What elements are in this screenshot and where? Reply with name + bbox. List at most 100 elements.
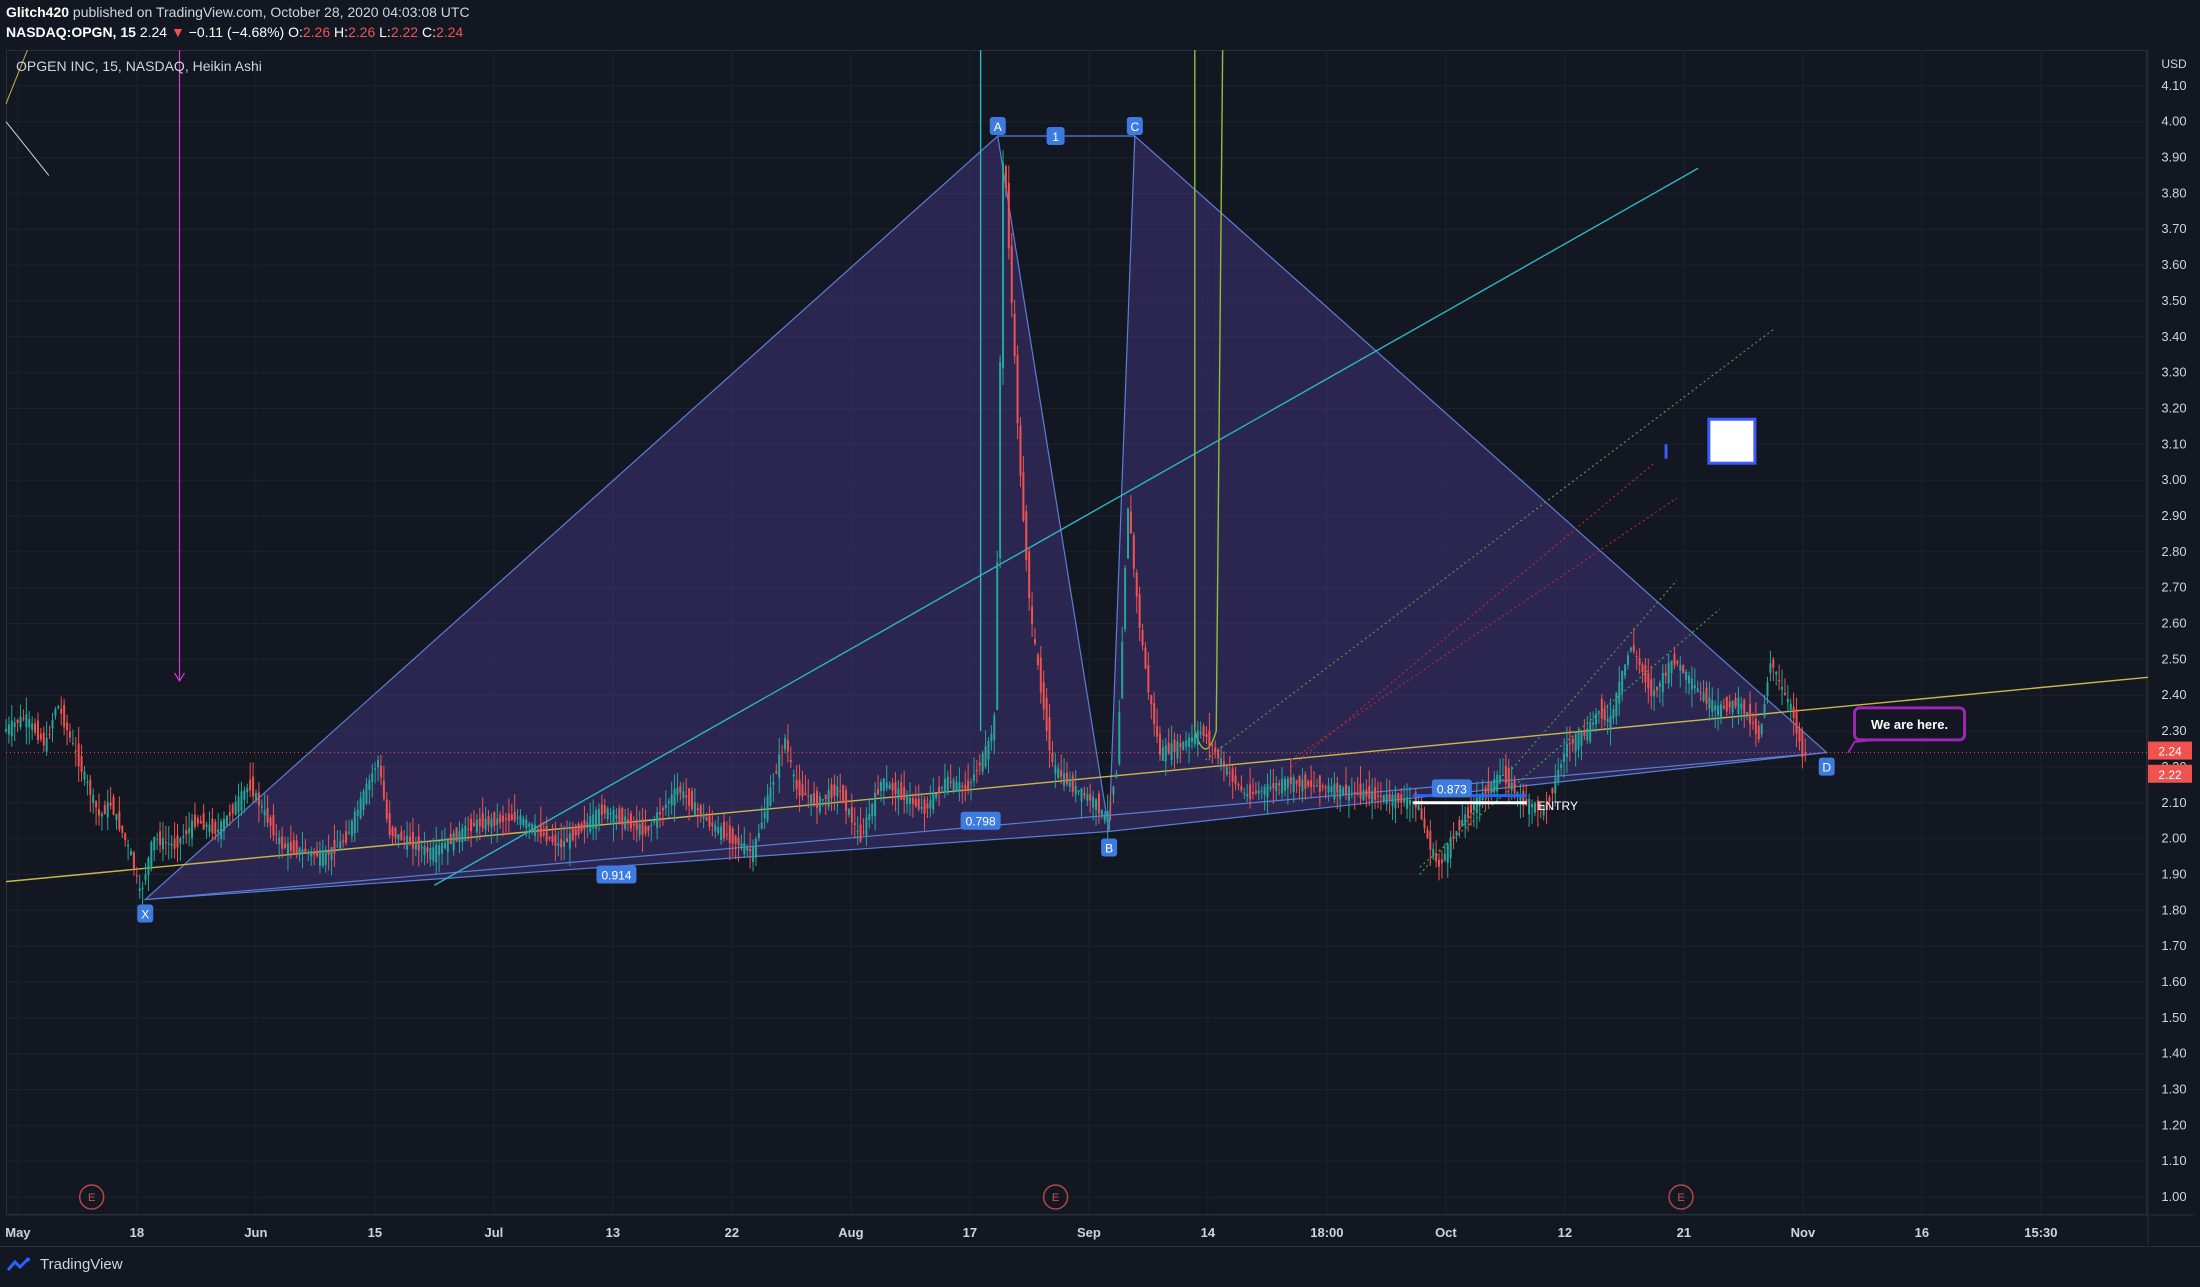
pattern-point-a: A — [989, 117, 1006, 136]
candle — [106, 789, 109, 830]
pattern-point-d: D — [1818, 757, 1835, 776]
candle — [234, 794, 237, 816]
svg-text:0.873: 0.873 — [1437, 782, 1467, 796]
candle — [22, 709, 25, 722]
y-tick-label: 2.90 — [2161, 508, 2186, 523]
candle — [179, 836, 182, 861]
tradingview-brand[interactable]: TradingView — [6, 1256, 123, 1273]
candle — [1467, 801, 1470, 832]
candle — [981, 750, 984, 776]
candle — [54, 706, 57, 720]
y-tick-label: 2.10 — [2161, 795, 2186, 810]
candle — [1452, 822, 1455, 850]
x-tick-label: Jul — [485, 1225, 504, 1240]
candle — [199, 815, 202, 824]
candle — [48, 725, 51, 740]
candle — [71, 729, 74, 747]
candle — [10, 704, 13, 747]
candle — [121, 824, 124, 839]
x-tick-label: 18 — [130, 1225, 144, 1240]
svg-text:C: C — [1130, 120, 1139, 134]
candle — [1775, 670, 1778, 686]
candle — [1519, 783, 1522, 819]
candle — [98, 793, 101, 826]
candle — [34, 718, 37, 736]
candle — [1533, 801, 1536, 817]
candle — [1778, 664, 1781, 691]
candle — [1414, 788, 1417, 822]
candle — [60, 696, 63, 726]
candle — [124, 832, 127, 847]
svg-text:B: B — [1105, 841, 1113, 855]
candle — [842, 784, 845, 804]
candle — [7, 716, 10, 744]
chart-canvas[interactable]: 1.00 1.10 1.20 1.30 1.40 1.50 1.60 1.70 1.80 1.90… — [0, 0, 2200, 1286]
y-tick-label: 1.90 — [2161, 866, 2186, 881]
candle — [164, 825, 167, 856]
candle — [118, 796, 121, 832]
candle — [156, 832, 159, 850]
y-tick-label: 3.80 — [2161, 185, 2186, 200]
candle — [28, 711, 31, 745]
candle — [173, 822, 176, 859]
y-tick-label: 3.40 — [2161, 329, 2186, 344]
candle — [66, 714, 69, 746]
y-tick-label: 1.40 — [2161, 1046, 2186, 1061]
x-tick-label: May — [5, 1225, 31, 1240]
candle — [1461, 804, 1464, 827]
svg-text:2.24: 2.24 — [2158, 745, 2182, 759]
candle — [127, 839, 130, 861]
candle — [39, 727, 42, 742]
y-tick-label: 1.20 — [2161, 1117, 2186, 1132]
candle — [1124, 565, 1127, 633]
we-are-here-callout: We are here. — [1847, 706, 1967, 754]
x-tick-label: 22 — [725, 1225, 739, 1240]
y-tick-label: 2.50 — [2161, 651, 2186, 666]
candle — [455, 827, 458, 842]
y-tick-label: 1.70 — [2161, 938, 2186, 953]
candle — [1682, 664, 1685, 674]
y-tick-label: 4.00 — [2161, 114, 2186, 129]
candle — [1464, 806, 1467, 838]
x-tick-label: 15:30 — [2024, 1225, 2057, 1240]
candle — [161, 821, 164, 861]
candle — [100, 811, 103, 831]
y-tick-label: 3.60 — [2161, 257, 2186, 272]
x-tick-label: Nov — [1791, 1225, 1816, 1240]
candle — [141, 881, 144, 906]
candle — [1490, 781, 1493, 801]
candle — [1522, 783, 1525, 818]
candle — [211, 808, 214, 841]
candle — [13, 717, 16, 742]
y-tick-label: 2.40 — [2161, 687, 2186, 702]
candle — [167, 826, 170, 860]
candle — [1786, 684, 1789, 712]
candle — [1789, 698, 1792, 723]
candle — [202, 804, 205, 831]
x-tick-label: 17 — [963, 1225, 977, 1240]
currency-label: USD — [2161, 57, 2187, 71]
candle — [196, 814, 199, 828]
y-tick-label: 1.30 — [2161, 1082, 2186, 1097]
candle — [1182, 740, 1185, 751]
tradingview-brand-label: TradingView — [40, 1256, 123, 1273]
svg-text:X: X — [141, 908, 149, 922]
y-tick-label: 4.10 — [2161, 78, 2186, 93]
candle — [1769, 650, 1772, 682]
tradingview-logo-icon — [6, 1257, 30, 1271]
candle — [193, 802, 196, 830]
candle — [57, 704, 60, 710]
y-tick-label: 3.00 — [2161, 472, 2186, 487]
candle — [92, 788, 95, 814]
candle — [249, 762, 252, 798]
candle — [159, 821, 162, 853]
candle — [1516, 791, 1519, 807]
candle — [77, 726, 80, 782]
candle — [1420, 797, 1423, 821]
svg-text:E: E — [1052, 1192, 1059, 1204]
candle — [68, 723, 71, 743]
candle — [74, 737, 77, 767]
x-tick-label: Oct — [1435, 1225, 1457, 1240]
candle — [150, 840, 153, 872]
white-box — [1707, 417, 1757, 465]
